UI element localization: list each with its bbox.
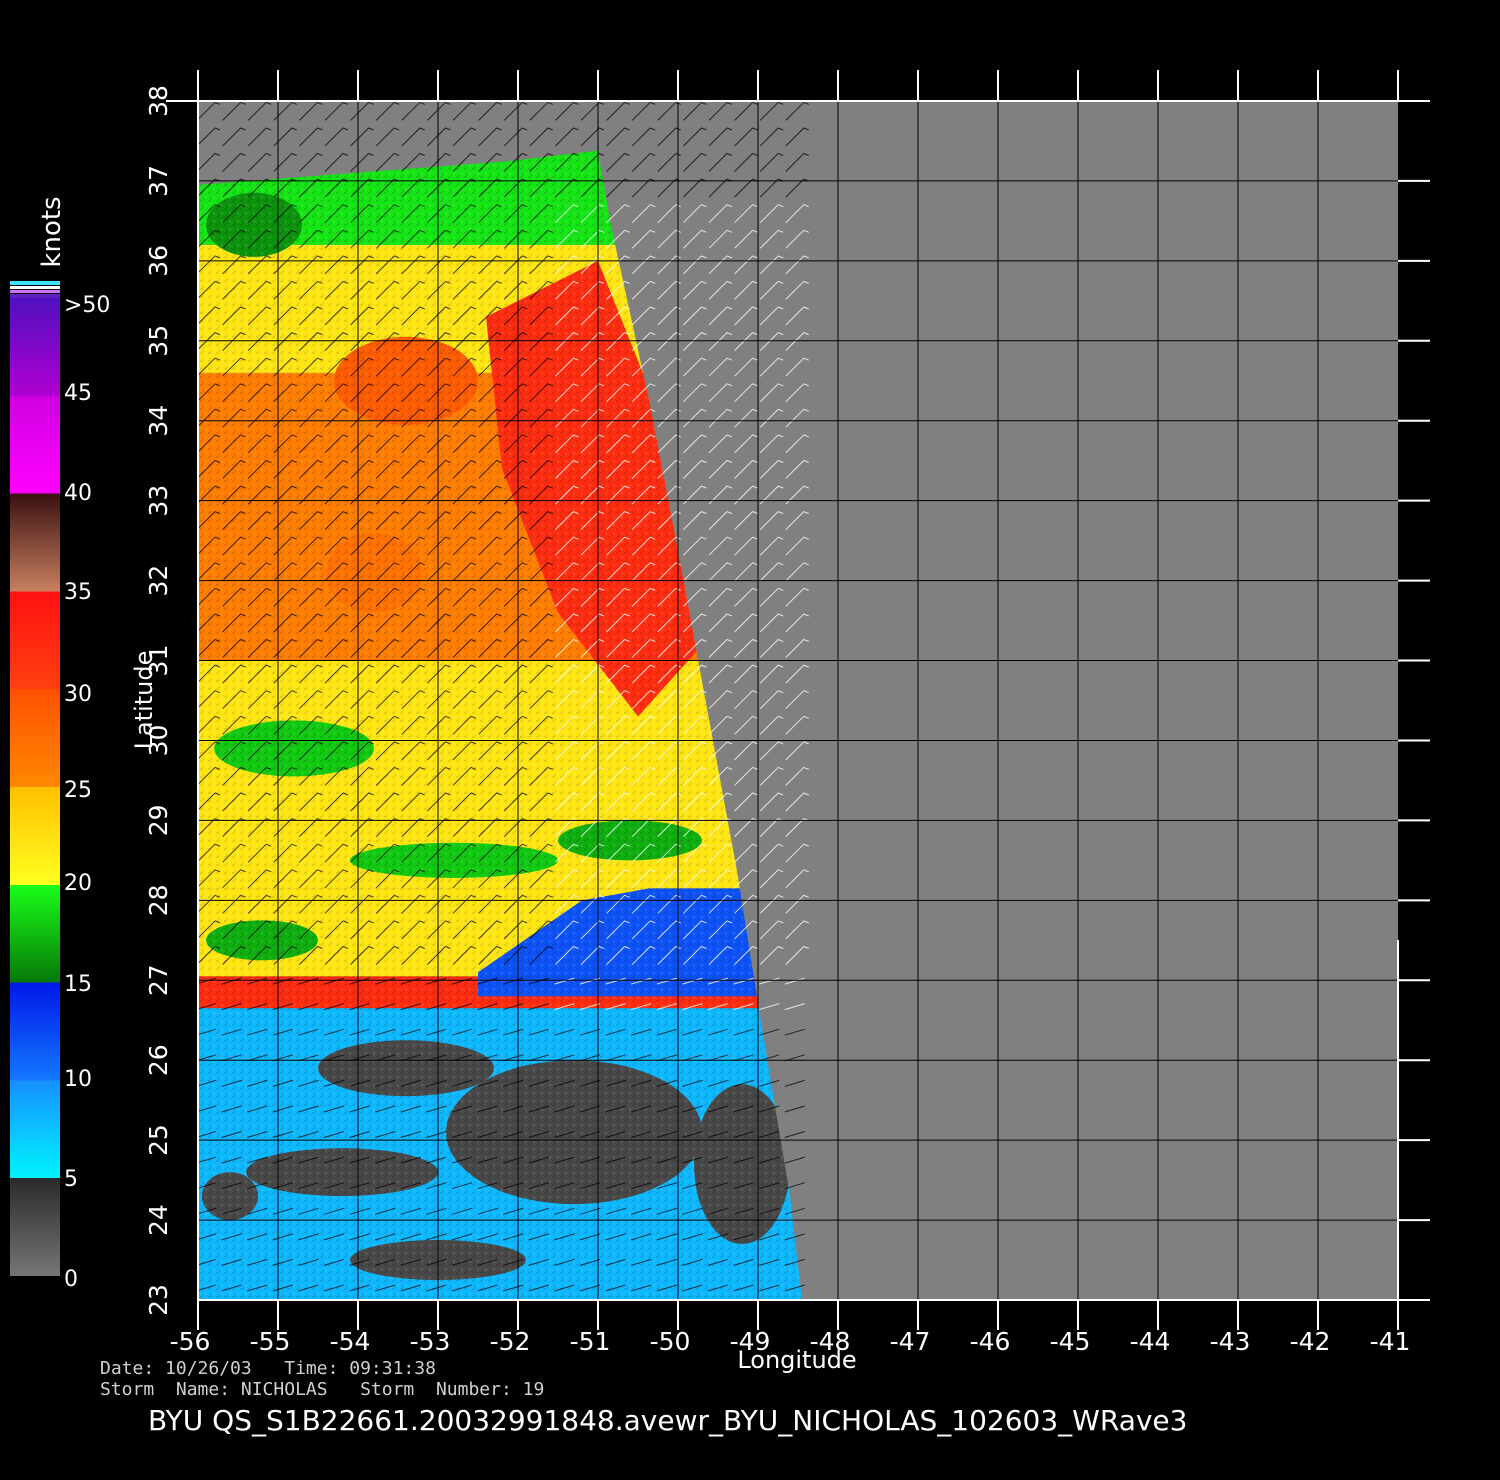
x-tick-label: -51 [570,1327,611,1356]
x-tick-label: -47 [890,1327,931,1356]
y-tick-label: 36 [144,245,173,277]
x-tick-label: -52 [490,1327,531,1356]
y-tick-label: 25 [144,1124,173,1156]
y-tick-label: 33 [144,485,173,517]
wind-speed-map: -56 -55 -54 -53 -52 -51 -50 -49 -48 -47 -46 -45 -44-… [10,70,1430,1374]
y-tick-label: 38 [144,85,173,117]
colorbar-overflow-purple [10,294,60,298]
product-title: BYU QS_S1B22661.20032991848.avewr_BYU_NI… [148,1404,1188,1437]
x-axis-label: Longitude [737,1346,856,1374]
y-tick-label: 32 [144,565,173,597]
x-tick-label: -41 [1370,1327,1411,1356]
colorbar-overflow-white [10,286,60,289]
colorbar: knots 0 5 10 15 20 25 30 35 40 45 >50 [10,196,110,1292]
colorbar-gradient [10,298,60,1276]
x-tick-label: -50 [650,1327,691,1356]
x-tick-label: -42 [1290,1327,1331,1356]
y-tick-label: 28 [144,884,173,916]
y-tick-label: 26 [144,1044,173,1076]
colorbar-tick-label: 0 [64,1267,78,1292]
y-tick-label: 23 [144,1284,173,1316]
y-tick-label: 37 [144,165,173,197]
date-time-label: Date: 10/26/03 Time: 09:31:38 [100,1358,436,1379]
colorbar-overflow-violet [10,290,60,293]
colorbar-tick-label: 35 [64,580,92,605]
colorbar-tick-label: 30 [64,682,92,707]
x-tick-label: -56 [170,1327,211,1356]
colorbar-title: knots [37,196,67,267]
x-tick-label: -46 [970,1327,1011,1356]
colorbar-overflow-cyan [10,281,60,285]
x-tick-label: -43 [1210,1327,1251,1356]
colorbar-tick-label: 25 [64,778,92,803]
colorbar-tick-label: >50 [64,293,110,318]
x-tick-label: -45 [1050,1327,1091,1356]
storm-info-label: Storm Name: NICHOLAS Storm Number: 19 [100,1379,545,1400]
x-tick-label: -55 [250,1327,291,1356]
x-tick-label: -44 [1130,1327,1171,1356]
y-tick-label: 27 [144,964,173,996]
colorbar-tick-label: 5 [64,1167,78,1192]
y-tick-label: 35 [144,325,173,357]
y-tick-label: 34 [144,405,173,437]
x-tick-label: -53 [410,1327,451,1356]
y-tick-label: 29 [144,804,173,836]
colorbar-tick-label: 20 [64,871,92,896]
colorbar-tick-label: 15 [64,972,92,997]
y-axis-label: Latitude [130,651,158,750]
x-tick-label: -54 [330,1327,371,1356]
colorbar-tick-label: 10 [64,1067,92,1092]
colorbar-tick-label: 45 [64,381,92,406]
colorbar-tick-label: 40 [64,481,92,506]
y-tick-label: 24 [144,1204,173,1236]
